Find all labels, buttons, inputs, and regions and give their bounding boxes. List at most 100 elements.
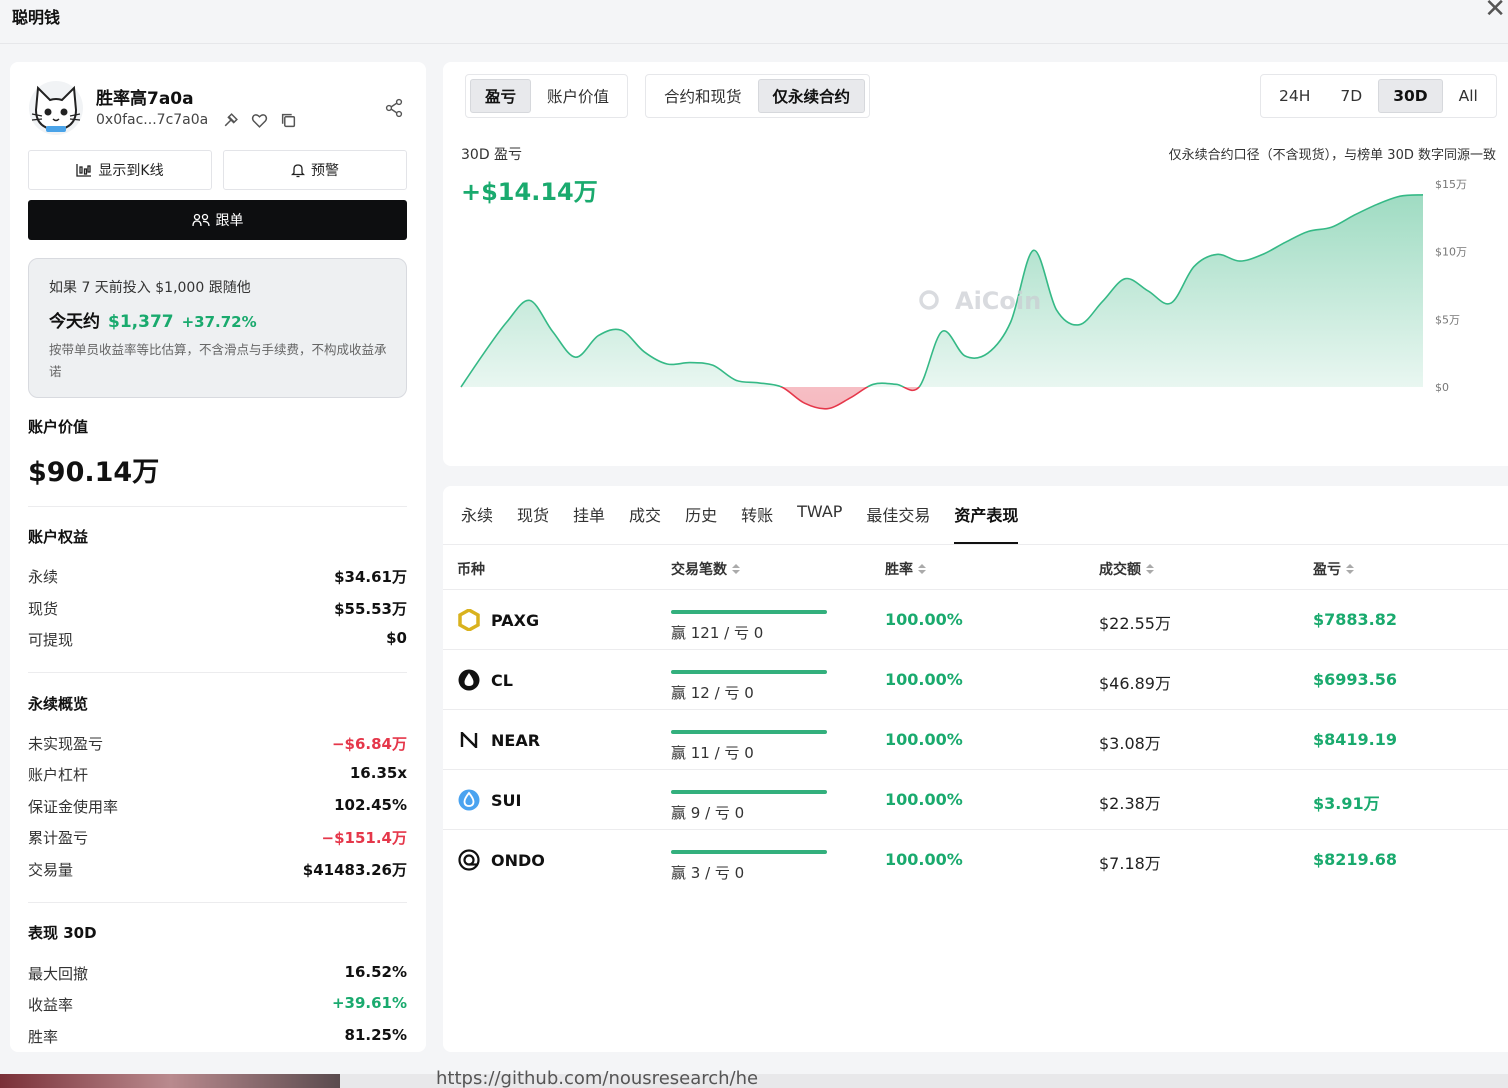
perp-overview-title: 永续概览 (28, 695, 89, 713)
y-tick-label: $0 (1435, 381, 1449, 394)
perf-row: 最大回撤 16.52% (28, 963, 407, 983)
win-rate: 100.00% (885, 610, 963, 629)
tab-pnl[interactable]: 盈亏 (470, 79, 532, 113)
col-volume[interactable]: 成交额 (1099, 559, 1154, 579)
tab-history[interactable]: 历史 (685, 502, 717, 544)
equity-row: 可提现 $0 (28, 629, 407, 649)
tab-contract-and-spot[interactable]: 合约和现货 (650, 79, 756, 113)
today-pct: +37.72% (181, 313, 257, 331)
sort-icon (918, 564, 926, 574)
pnl: $6993.56 (1313, 670, 1398, 689)
trade-count: 赢 12 / 亏 0 (671, 684, 754, 702)
sort-icon (1146, 564, 1154, 574)
trade-count: 赢 9 / 亏 0 (671, 804, 745, 822)
tab-perp[interactable]: 永续 (461, 502, 493, 544)
col-trades[interactable]: 交易笔数 (671, 559, 740, 579)
volume: $7.18万 (1099, 854, 1161, 873)
win-ratio-bar (671, 670, 827, 674)
equity-section-title: 账户权益 (28, 528, 89, 546)
follow-trade-button[interactable]: 跟单 (28, 200, 407, 240)
trader-name: 胜率高7a0a (96, 89, 194, 109)
paxg-coin-icon (458, 609, 480, 631)
wallet-address: 0x0fac...7c7a0a (96, 112, 209, 128)
account-value-label: 账户价值 (28, 418, 89, 436)
sui-coin-icon (458, 789, 480, 811)
win-ratio-bar (671, 610, 827, 614)
tab-asset-performance[interactable]: 资产表现 (954, 502, 1019, 544)
chart-note: 仅永续合约口径（不含现货），与榜单 30D 数字同源一致 (1168, 148, 1496, 163)
simulation-disclaimer: 按带单员收益率等比估算，不含滑点与手续费，不构成收益承诺 (49, 342, 387, 379)
bell-icon (291, 163, 305, 177)
tab-account-value[interactable]: 账户价值 (533, 79, 623, 113)
range-all[interactable]: All (1445, 79, 1492, 113)
link-icon[interactable] (222, 112, 239, 129)
y-tick-label: $10万 (1435, 246, 1467, 259)
trader-profile-panel: 胜率高7a0a 0x0fac...7c7a0a 显示到K线 预警 跟单 如果 7… (10, 62, 426, 1052)
background-url-text: https://github.com/nousresearch/he (436, 1068, 759, 1088)
trade-count: 赢 11 / 亏 0 (671, 744, 754, 762)
table-row[interactable]: CL 赢 12 / 亏 0 100.00% $46.89万 $6993.56 (443, 650, 1508, 710)
sort-icon (732, 564, 740, 574)
pnl-chart-card: 盈亏 账户价值 合约和现货 仅永续合约 24H 7D 30D All 30D 盈… (443, 62, 1508, 466)
win-rate: 100.00% (885, 730, 963, 749)
volume: $22.55万 (1099, 614, 1171, 633)
volume: $3.08万 (1099, 734, 1161, 753)
pnl: $8419.19 (1313, 730, 1398, 749)
tab-perp-only[interactable]: 仅永续合约 (757, 79, 866, 113)
chart-title: 30D 盈亏 (461, 147, 523, 163)
taskbar-strip: https://github.com/nousresearch/he (0, 1068, 1508, 1088)
perf-row: 收益率 +39.61% (28, 994, 407, 1014)
perp-row: 累计盈亏 −$151.4万 (28, 829, 407, 847)
kline-icon (76, 164, 92, 177)
table-row[interactable]: PAXG 赢 121 / 亏 0 100.00% $22.55万 $7883.8… (443, 590, 1508, 650)
perp-row: 交易量 $41483.26万 (28, 861, 407, 879)
tab-open-orders[interactable]: 挂单 (573, 502, 605, 544)
show-on-kline-button[interactable]: 显示到K线 (28, 150, 212, 190)
col-coin: 币种 (457, 562, 485, 578)
win-rate: 100.00% (885, 850, 963, 869)
tab-best-trades[interactable]: 最佳交易 (866, 502, 930, 544)
chart-area-positive (461, 194, 1423, 387)
divider (28, 902, 407, 903)
wallpaper-thumbnail (0, 1074, 340, 1088)
tab-transfers[interactable]: 转账 (741, 502, 773, 544)
col-pnl[interactable]: 盈亏 (1313, 559, 1354, 579)
metric-toggle: 盈亏 账户价值 (465, 74, 629, 118)
tab-spot[interactable]: 现货 (517, 502, 549, 544)
y-tick-label: $15万 (1435, 178, 1467, 191)
trade-count: 赢 3 / 亏 0 (671, 864, 745, 882)
win-rate: 100.00% (885, 670, 963, 689)
share-icon[interactable] (384, 98, 404, 118)
aicoin-watermark: AiCoin (955, 287, 1041, 315)
table-row[interactable]: NEAR 赢 11 / 亏 0 100.00% $3.08万 $8419.19 (443, 710, 1508, 770)
close-icon[interactable]: ✕ (1484, 0, 1506, 24)
col-win-rate[interactable]: 胜率 (885, 559, 926, 579)
alert-button[interactable]: 预警 (223, 150, 407, 190)
range-24h[interactable]: 24H (1265, 79, 1324, 113)
perp-row: 保证金使用率 102.45% (28, 796, 407, 816)
near-coin-icon (460, 732, 478, 748)
coin-symbol: PAXG (491, 610, 540, 630)
coin-symbol: CL (491, 670, 513, 690)
follow-simulation-card: 如果 7 天前投入 $1,000 跟随他 今天约 $1,377 +37.72% … (28, 258, 407, 398)
table-row[interactable]: SUI 赢 9 / 亏 0 100.00% $2.38万 $3.91万 (443, 770, 1508, 830)
volume: $46.89万 (1099, 674, 1171, 693)
tab-twap[interactable]: TWAP (797, 502, 842, 544)
trade-count: 赢 121 / 亏 0 (671, 624, 764, 642)
coin-symbol: ONDO (491, 850, 545, 870)
pnl: $7883.82 (1313, 610, 1398, 629)
volume: $2.38万 (1099, 794, 1161, 813)
tab-fills[interactable]: 成交 (629, 502, 661, 544)
win-ratio-bar (671, 850, 827, 854)
pnl: $8219.68 (1313, 850, 1398, 869)
window-title: 聪明钱 (12, 8, 61, 27)
cl-oil-drop-icon (458, 669, 480, 691)
simulation-headline: 如果 7 天前投入 $1,000 跟随他 (49, 280, 251, 296)
show-on-kline-label: 显示到K线 (98, 163, 164, 179)
copy-icon[interactable] (280, 112, 297, 129)
range-7d[interactable]: 7D (1326, 79, 1376, 113)
asset-performance-card: 永续 现货 挂单 成交 历史 转账 TWAP 最佳交易 资产表现 币种 交易笔数… (443, 486, 1508, 1052)
table-row[interactable]: ONDO 赢 3 / 亏 0 100.00% $7.18万 $8219.68 (443, 830, 1508, 890)
range-30d[interactable]: 30D (1378, 79, 1443, 113)
heart-icon[interactable] (251, 112, 268, 129)
